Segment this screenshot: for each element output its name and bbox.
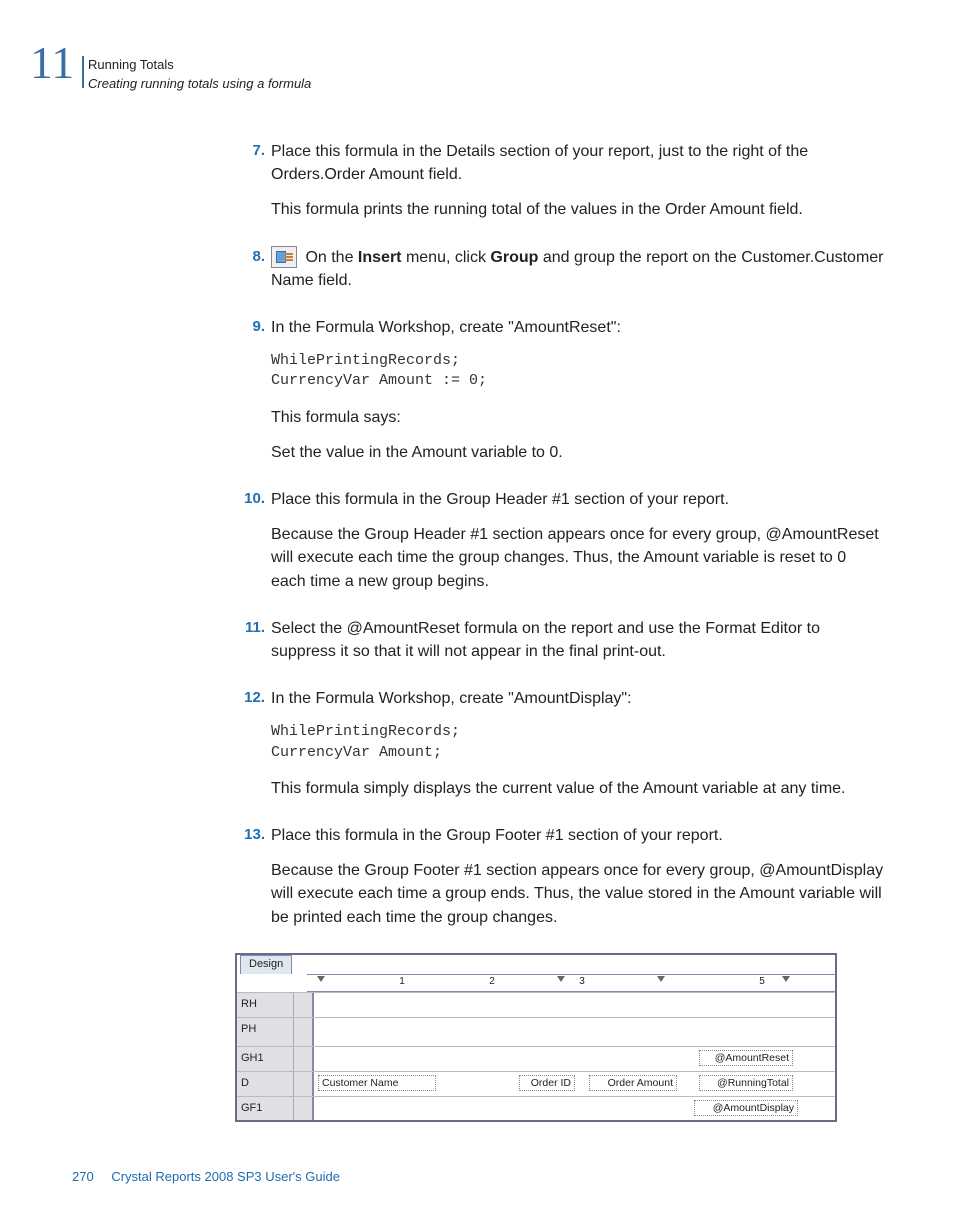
design-tab[interactable]: Design [240,955,292,974]
step-number: 12. [235,687,271,812]
text-fragment: menu, click [402,249,491,266]
chapter-title: Running Totals [88,56,311,75]
bold-insert: Insert [358,249,402,266]
design-ruler: 1 2 3 5 6 [307,974,835,992]
section-canvas [314,1018,835,1046]
step-number: 10. [235,488,271,605]
step-text: Because the Group Header #1 section appe… [271,523,884,593]
step-9: 9. In the Formula Workshop, create "Amou… [235,316,884,476]
step-text: In the Formula Workshop, create "AmountD… [271,687,884,710]
field-order-id[interactable]: Order ID [519,1075,575,1091]
page-number: 270 [72,1169,94,1184]
main-content: 7. Place this formula in the Details sec… [235,140,884,1122]
step-7: 7. Place this formula in the Details sec… [235,140,884,234]
section-gutter [294,993,314,1017]
section-gutter [294,1018,314,1046]
step-text: Because the Group Footer #1 section appe… [271,859,884,929]
section-canvas: @AmountReset [314,1047,835,1071]
step-text: This formula prints the running total of… [271,198,884,221]
step-11: 11. Select the @AmountReset formula on t… [235,617,884,675]
section-row-d: D Customer Name Order ID Order Amount @R… [237,1071,835,1096]
field-order-amount[interactable]: Order Amount [589,1075,677,1091]
step-text: Place this formula in the Details sectio… [271,140,884,186]
step-text: Select the @AmountReset formula on the r… [271,617,884,663]
section-gutter [294,1047,314,1071]
design-view-screenshot: Design 1 2 3 5 6 RH [235,953,837,1123]
ruler-label: 5 [759,975,765,990]
step-number: 8. [235,246,271,304]
section-row-gh1: GH1 @AmountReset [237,1046,835,1071]
step-8: 8. On the Insert menu, click Group and g… [235,246,884,304]
step-text: This formula simply displays the current… [271,777,884,800]
ruler-label: 1 [399,975,405,990]
step-13: 13. Place this formula in the Group Foot… [235,824,884,941]
field-amount-display[interactable]: @AmountDisplay [694,1100,798,1116]
section-row-gf1: GF1 @AmountDisplay [237,1096,835,1121]
chapter-subtitle: Creating running totals using a formula [88,75,311,94]
text-fragment: On the [301,249,358,266]
section-label: PH [237,1018,294,1046]
chapter-number: 11 [30,40,74,86]
step-text: Place this formula in the Group Footer #… [271,824,884,847]
section-gutter [294,1097,314,1121]
section-label: D [237,1072,294,1096]
step-number: 7. [235,140,271,234]
step-text: Place this formula in the Group Header #… [271,488,884,511]
step-number: 9. [235,316,271,476]
step-number: 13. [235,824,271,941]
ruler-label: 2 [489,975,495,990]
step-text: This formula says: [271,406,884,429]
ruler-label: 3 [579,975,585,990]
section-label: GF1 [237,1097,294,1121]
step-text: On the Insert menu, click Group and grou… [271,246,884,292]
guide-title: Crystal Reports 2008 SP3 User's Guide [111,1169,340,1184]
section-gutter [294,1072,314,1096]
step-12: 12. In the Formula Workshop, create "Amo… [235,687,884,812]
field-customer-name[interactable]: Customer Name [318,1075,436,1091]
bold-group: Group [490,249,538,266]
field-amount-reset[interactable]: @AmountReset [699,1050,793,1066]
step-10: 10. Place this formula in the Group Head… [235,488,884,605]
section-label: GH1 [237,1047,294,1071]
step-text: Set the value in the Amount variable to … [271,441,884,464]
section-canvas [314,993,835,1017]
step-number: 11. [235,617,271,675]
step-text: In the Formula Workshop, create "AmountR… [271,316,884,339]
chapter-bar [82,56,84,88]
section-canvas: Customer Name Order ID Order Amount @Run… [314,1072,835,1096]
section-row-ph: PH [237,1017,835,1046]
page-footer: 270 Crystal Reports 2008 SP3 User's Guid… [72,1168,340,1187]
field-running-total[interactable]: @RunningTotal [699,1075,793,1091]
code-block: WhilePrintingRecords; CurrencyVar Amount… [271,722,884,763]
insert-group-icon [271,246,297,268]
code-block: WhilePrintingRecords; CurrencyVar Amount… [271,351,884,392]
chapter-header: Running Totals Creating running totals u… [88,56,311,94]
section-canvas: @AmountDisplay [314,1097,835,1121]
section-row-rh: RH [237,992,835,1017]
section-label: RH [237,993,294,1017]
